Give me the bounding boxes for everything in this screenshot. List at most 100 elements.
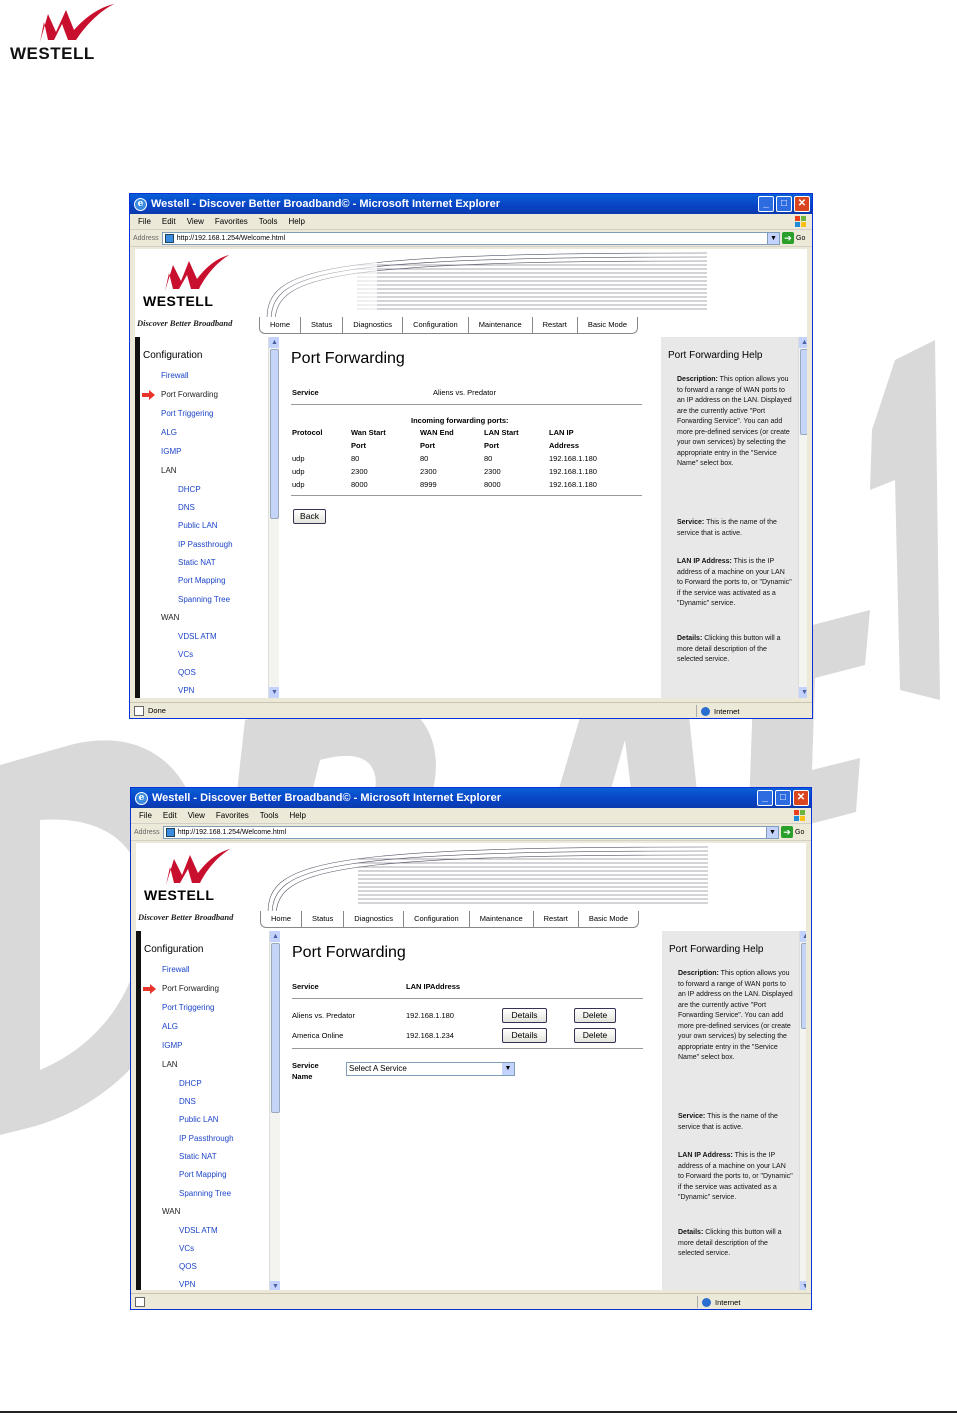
address-input[interactable]: http://192.168.1.254/Welcome.html ▼ xyxy=(162,825,779,839)
menu-view[interactable]: View xyxy=(188,811,205,820)
tab-home[interactable]: Home xyxy=(260,317,302,333)
tab-home[interactable]: Home xyxy=(261,911,303,927)
tab-basic-mode[interactable]: Basic Mode xyxy=(578,317,637,333)
window-titlebar[interactable]: e Westell - Discover Better Broadband© -… xyxy=(130,194,812,214)
nav-lan[interactable]: LAN xyxy=(161,466,177,475)
nav-port-triggering[interactable]: Port Triggering xyxy=(162,1003,214,1012)
tab-diagnostics[interactable]: Diagnostics xyxy=(343,317,404,333)
help-lan-ip: LAN IP Address: This is the IP address o… xyxy=(677,558,792,607)
nav-alg[interactable]: ALG xyxy=(161,428,177,437)
nav-vdsl-atm[interactable]: VDSL ATM xyxy=(179,1226,218,1235)
menu-edit[interactable]: Edit xyxy=(162,217,176,226)
tab-configuration[interactable]: Configuration xyxy=(404,911,470,927)
nav-qos[interactable]: QOS xyxy=(179,1262,197,1271)
nav-static-nat[interactable]: Static NAT xyxy=(178,558,216,567)
scroll-thumb[interactable] xyxy=(800,349,807,435)
cell-wan-start: 2300 xyxy=(351,467,368,476)
minimize-button[interactable]: _ xyxy=(757,790,773,806)
nav-dhcp[interactable]: DHCP xyxy=(178,485,201,494)
nav-spanning-tree[interactable]: Spanning Tree xyxy=(179,1189,231,1198)
tab-maintenance[interactable]: Maintenance xyxy=(470,911,534,927)
address-input[interactable]: http://192.168.1.254/Welcome.html ▼ xyxy=(161,231,780,245)
menu-tools[interactable]: Tools xyxy=(259,217,278,226)
nav-vcs[interactable]: VCs xyxy=(178,650,193,659)
service-name-select[interactable]: Select A Service ▼ xyxy=(346,1062,515,1076)
nav-port-forwarding[interactable]: Port Forwarding xyxy=(162,984,219,993)
nav-ip-passthrough[interactable]: IP Passthrough xyxy=(178,540,233,549)
menu-file[interactable]: File xyxy=(139,811,152,820)
nav-lan[interactable]: LAN xyxy=(162,1060,178,1069)
nav-qos[interactable]: QOS xyxy=(178,668,196,677)
close-button[interactable]: ✕ xyxy=(793,790,809,806)
nav-static-nat[interactable]: Static NAT xyxy=(179,1152,217,1161)
router-logo[interactable]: WESTELL Discover Better Broadband xyxy=(136,843,258,931)
maximize-button[interactable]: □ xyxy=(776,196,792,212)
delete-button[interactable]: Delete xyxy=(574,1028,616,1043)
nav-spanning-tree[interactable]: Spanning Tree xyxy=(178,595,230,604)
chevron-down-icon[interactable]: ▼ xyxy=(502,1063,514,1075)
nav-dhcp[interactable]: DHCP xyxy=(179,1079,202,1088)
nav-port-forwarding[interactable]: Port Forwarding xyxy=(161,390,218,399)
nav-scrollbar[interactable]: ▲ ▼ xyxy=(268,337,280,698)
menu-view[interactable]: View xyxy=(187,217,204,226)
nav-port-mapping[interactable]: Port Mapping xyxy=(178,576,226,585)
tab-status[interactable]: Status xyxy=(301,317,344,333)
nav-firewall[interactable]: Firewall xyxy=(161,371,189,380)
menu-help[interactable]: Help xyxy=(288,217,304,226)
router-logo[interactable]: WESTELL Discover Better Broadband xyxy=(135,249,257,337)
scroll-down-icon[interactable]: ▼ xyxy=(799,687,807,698)
nav-port-triggering[interactable]: Port Triggering xyxy=(161,409,213,418)
nav-port-mapping[interactable]: Port Mapping xyxy=(179,1170,227,1179)
menu-favorites[interactable]: Favorites xyxy=(216,811,249,820)
menu-favorites[interactable]: Favorites xyxy=(215,217,248,226)
nav-wan[interactable]: WAN xyxy=(161,613,179,622)
nav-wan[interactable]: WAN xyxy=(162,1207,180,1216)
go-button[interactable]: ➔ Go xyxy=(781,826,811,838)
nav-scrollbar[interactable]: ▲ ▼ xyxy=(269,931,281,1290)
scroll-thumb[interactable] xyxy=(801,943,806,1029)
tab-restart[interactable]: Restart xyxy=(534,911,579,927)
nav-public-lan[interactable]: Public LAN xyxy=(178,521,218,530)
tab-configuration[interactable]: Configuration xyxy=(403,317,469,333)
window-titlebar[interactable]: e Westell - Discover Better Broadband© -… xyxy=(131,788,811,808)
tab-restart[interactable]: Restart xyxy=(533,317,578,333)
scroll-up-icon[interactable]: ▲ xyxy=(800,931,806,942)
nav-public-lan[interactable]: Public LAN xyxy=(179,1115,219,1124)
details-button[interactable]: Details xyxy=(502,1008,547,1023)
nav-igmp[interactable]: IGMP xyxy=(161,447,181,456)
close-button[interactable]: ✕ xyxy=(794,196,810,212)
nav-igmp[interactable]: IGMP xyxy=(162,1041,182,1050)
browser-window-2: e Westell - Discover Better Broadband© -… xyxy=(130,787,812,1310)
help-scrollbar[interactable]: ▲ ▼ xyxy=(798,337,807,698)
menu-tools[interactable]: Tools xyxy=(260,811,279,820)
nav-dns[interactable]: DNS xyxy=(179,1097,196,1106)
go-button[interactable]: ➔ Go xyxy=(782,232,812,244)
tab-basic-mode[interactable]: Basic Mode xyxy=(579,911,638,927)
chevron-down-icon[interactable]: ▼ xyxy=(767,232,779,244)
menu-help[interactable]: Help xyxy=(289,811,305,820)
tab-diagnostics[interactable]: Diagnostics xyxy=(344,911,405,927)
nav-dns[interactable]: DNS xyxy=(178,503,195,512)
details-button[interactable]: Details xyxy=(502,1028,547,1043)
tab-maintenance[interactable]: Maintenance xyxy=(469,317,533,333)
chevron-down-icon[interactable]: ▼ xyxy=(766,826,778,838)
nav-vcs[interactable]: VCs xyxy=(179,1244,194,1253)
nav-vpn[interactable]: VPN xyxy=(179,1280,195,1289)
back-button[interactable]: Back xyxy=(293,509,326,524)
menu-file[interactable]: File xyxy=(138,217,151,226)
help-scrollbar[interactable]: ▲ ▼ xyxy=(799,931,806,1290)
delete-button[interactable]: Delete xyxy=(574,1008,616,1023)
tab-status[interactable]: Status xyxy=(302,911,345,927)
scroll-thumb[interactable] xyxy=(270,349,279,519)
scroll-up-icon[interactable]: ▲ xyxy=(799,337,807,348)
nav-vpn[interactable]: VPN xyxy=(178,686,194,695)
minimize-button[interactable]: _ xyxy=(758,196,774,212)
scroll-thumb[interactable] xyxy=(271,943,280,1113)
nav-firewall[interactable]: Firewall xyxy=(162,965,190,974)
nav-vdsl-atm[interactable]: VDSL ATM xyxy=(178,632,217,641)
menu-edit[interactable]: Edit xyxy=(163,811,177,820)
nav-ip-passthrough[interactable]: IP Passthrough xyxy=(179,1134,234,1143)
nav-alg[interactable]: ALG xyxy=(162,1022,178,1031)
maximize-button[interactable]: □ xyxy=(775,790,791,806)
scroll-down-icon[interactable]: ▼ xyxy=(800,1281,806,1290)
